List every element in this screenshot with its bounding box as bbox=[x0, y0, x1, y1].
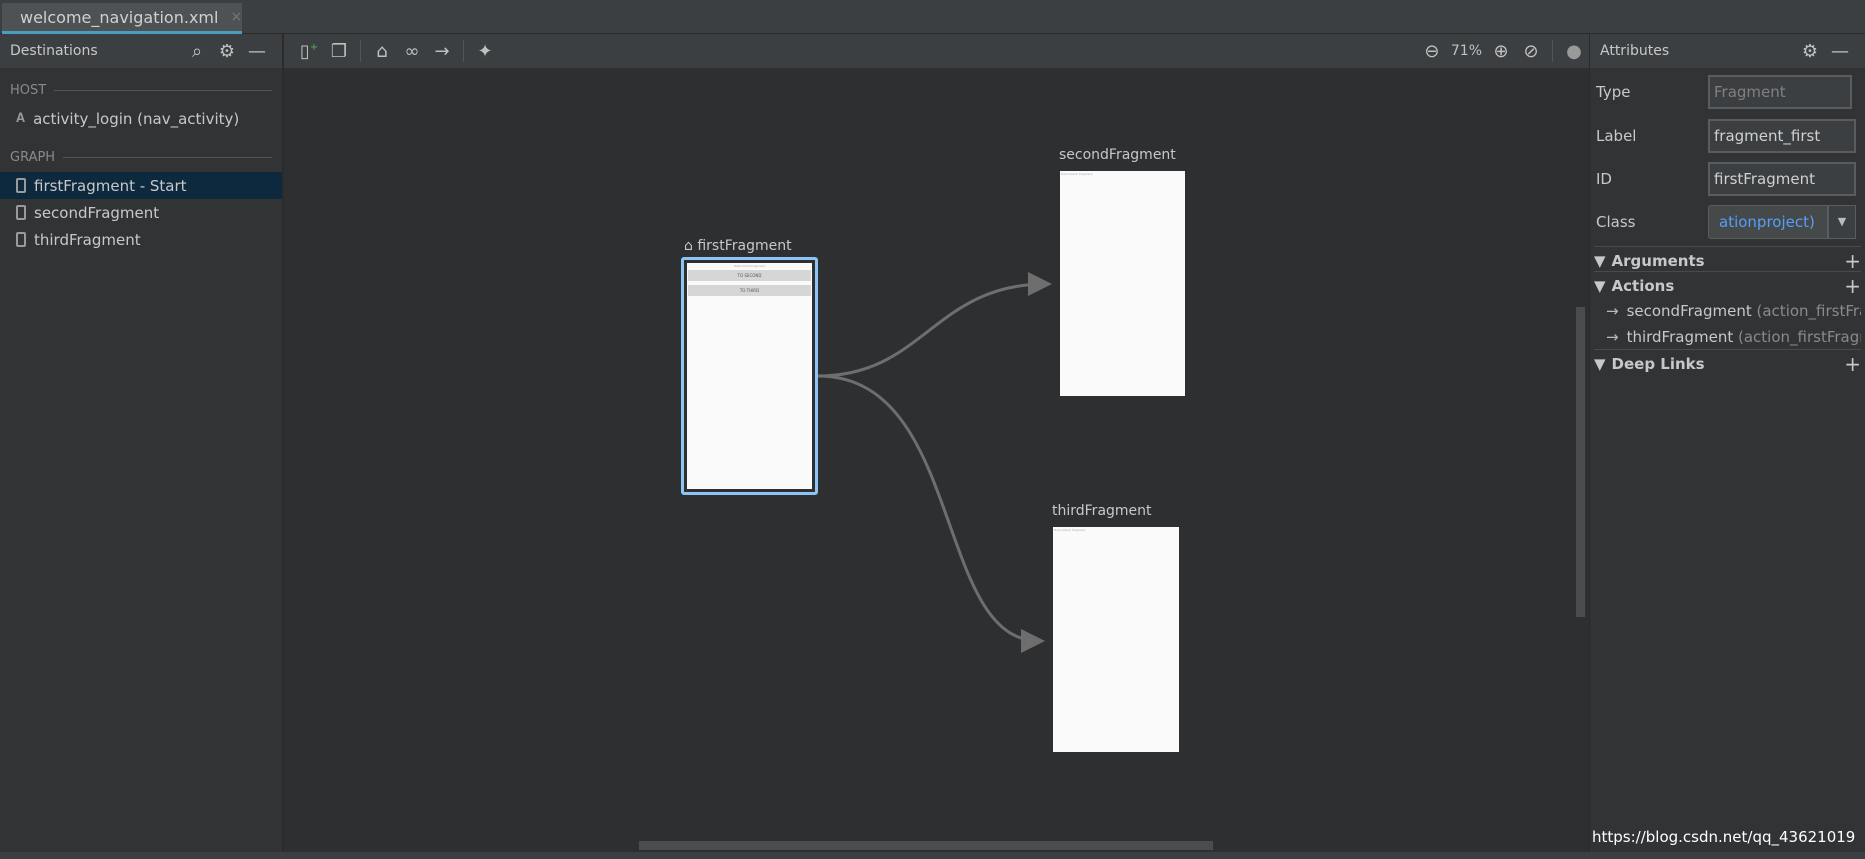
arguments-section[interactable]: ▼ Arguments + bbox=[1594, 246, 1861, 274]
arrow-right-icon: → bbox=[1606, 328, 1619, 346]
arrow-right-icon[interactable]: → bbox=[427, 41, 457, 62]
host-item[interactable]: 𝐀activity_login (nav_activity) bbox=[0, 105, 282, 132]
watermark: https://blog.csdn.net/qq_43621019 bbox=[1592, 828, 1856, 846]
type-field: Fragment bbox=[1708, 75, 1852, 109]
minimize-icon[interactable]: — bbox=[242, 41, 272, 62]
deep-links-section[interactable]: ▼ Deep Links + bbox=[1594, 349, 1861, 377]
destination-first[interactable]: firstFragment - Start bbox=[0, 172, 282, 199]
actions-section[interactable]: ▼ Actions + bbox=[1594, 271, 1861, 299]
graph-toolbar: ▯+ ❐ ⌂ ∞ → ✦ ⊖ 71% ⊕ ⊘ ● bbox=[284, 34, 1589, 69]
action-item[interactable]: → thirdFragment (action_firstFragr bbox=[1606, 324, 1861, 350]
destination-third[interactable]: thirdFragment bbox=[0, 226, 282, 253]
home-icon[interactable]: ⌂ bbox=[367, 41, 397, 62]
add-action-icon[interactable]: + bbox=[1844, 274, 1861, 298]
phone-icon bbox=[16, 178, 26, 193]
nested-graph-icon[interactable]: ❐ bbox=[324, 41, 354, 62]
close-tab-icon[interactable]: × bbox=[230, 9, 242, 25]
tab-title: welcome_navigation.xml bbox=[20, 7, 219, 27]
zoom-level: 71% bbox=[1450, 43, 1482, 59]
vertical-scrollbar[interactable] bbox=[1576, 307, 1585, 617]
node-third-fragment[interactable]: Hello blank fragment bbox=[1053, 527, 1179, 752]
panel-title: Destinations bbox=[10, 43, 98, 59]
class-field[interactable]: ationproject) bbox=[1708, 205, 1828, 239]
navigation-graph-canvas[interactable]: ⌂ firstFragment Hello blank fragment TO … bbox=[284, 69, 1589, 852]
warning-icon[interactable]: ● bbox=[1559, 41, 1589, 62]
node-label-third: thirdFragment bbox=[1052, 503, 1152, 519]
node-second-fragment[interactable]: Hello blank fragment bbox=[1060, 171, 1185, 396]
expand-icon: ▼ bbox=[1594, 354, 1606, 373]
label-field[interactable]: fragment_first bbox=[1708, 119, 1856, 153]
phone-icon bbox=[16, 232, 26, 247]
zoom-in-icon[interactable]: ⊕ bbox=[1486, 41, 1516, 62]
action-arrow-second bbox=[817, 272, 1052, 378]
add-argument-icon[interactable]: + bbox=[1844, 249, 1861, 273]
action-item[interactable]: → secondFragment (action_firstFra bbox=[1606, 298, 1861, 324]
destination-second[interactable]: secondFragment bbox=[0, 199, 282, 226]
editor-tab-bar: welcome_navigation.xml × bbox=[0, 0, 1865, 34]
start-home-icon: ⌂ bbox=[684, 238, 693, 254]
attributes-panel: Attributes ⚙ — Type Fragment Label fragmen… bbox=[1590, 34, 1865, 852]
node-label-second: secondFragment bbox=[1059, 147, 1176, 163]
node-label-first: ⌂ firstFragment bbox=[684, 238, 792, 254]
new-destination-icon[interactable]: ▯+ bbox=[294, 41, 324, 62]
expand-icon: ▼ bbox=[1594, 276, 1606, 295]
action-arrow-third bbox=[817, 374, 1045, 653]
panel-title: Attributes bbox=[1600, 43, 1670, 59]
host-section: HOST bbox=[0, 75, 282, 105]
tab-welcome-navigation[interactable]: welcome_navigation.xml × bbox=[2, 3, 242, 34]
gear-icon[interactable]: ⚙ bbox=[212, 41, 242, 62]
destinations-panel: Destinations ⌕ ⚙ — HOST 𝐀activity_login … bbox=[0, 34, 283, 852]
zoom-out-icon[interactable]: ⊖ bbox=[1417, 41, 1447, 62]
horizontal-scrollbar[interactable] bbox=[639, 841, 1213, 850]
link-icon[interactable]: ∞ bbox=[397, 41, 427, 62]
arrow-right-icon: → bbox=[1606, 302, 1619, 320]
graph-section: GRAPH bbox=[0, 142, 282, 172]
phone-icon bbox=[16, 205, 26, 220]
activity-icon: 𝐀 bbox=[16, 111, 26, 126]
add-deep-link-icon[interactable]: + bbox=[1844, 352, 1861, 376]
auto-arrange-icon[interactable]: ✦ bbox=[470, 41, 500, 62]
class-dropdown-icon[interactable]: ▼ bbox=[1828, 205, 1856, 239]
status-strip bbox=[0, 852, 1865, 859]
expand-icon: ▼ bbox=[1594, 251, 1606, 270]
gear-icon[interactable]: ⚙ bbox=[1795, 41, 1825, 62]
minimize-icon[interactable]: — bbox=[1825, 41, 1855, 62]
id-field[interactable]: firstFragment bbox=[1708, 162, 1856, 196]
node-first-fragment[interactable]: Hello blank fragment TO SECOND TO THIRD bbox=[681, 257, 818, 495]
action-arrows bbox=[817, 272, 1052, 653]
search-icon[interactable]: ⌕ bbox=[182, 41, 212, 62]
zoom-to-fit-icon[interactable]: ⊘ bbox=[1516, 41, 1546, 62]
